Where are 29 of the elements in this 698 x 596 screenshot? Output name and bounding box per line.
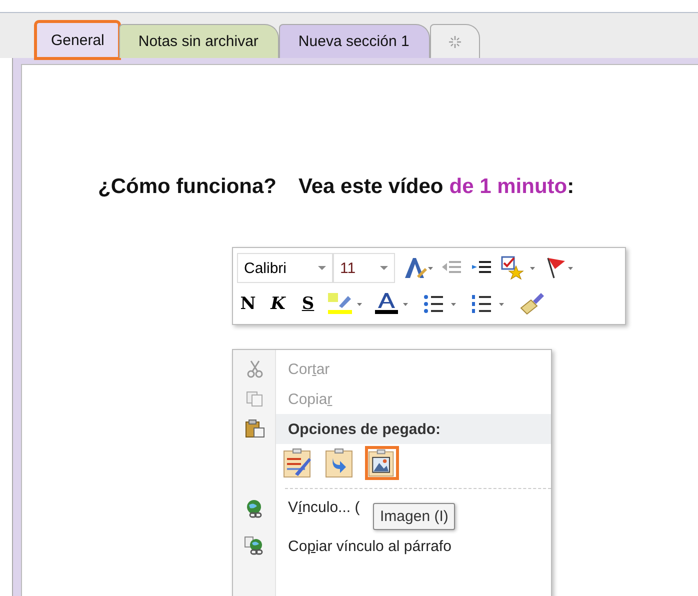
tooltip: Imagen (I) bbox=[373, 503, 456, 530]
globe-link-icon bbox=[244, 536, 266, 556]
tag-star-icon[interactable] bbox=[501, 256, 537, 280]
size-dropdown[interactable]: 11 bbox=[333, 253, 395, 283]
clipboard-icon bbox=[244, 419, 264, 439]
clipboard-brush-icon bbox=[283, 448, 313, 478]
heading-text: ¿Cómo funciona? bbox=[98, 175, 276, 199]
italic-button[interactable]: K bbox=[267, 294, 289, 314]
paste-option-button[interactable] bbox=[365, 446, 399, 480]
menu-item[interactable]: Vínculo... ( Imagen (I) bbox=[233, 495, 551, 531]
clipboard-picture-icon bbox=[368, 448, 396, 478]
section-tab[interactable]: Nueva sección 1 bbox=[279, 24, 430, 58]
flag-icon[interactable] bbox=[545, 256, 575, 280]
sparkle-icon bbox=[449, 36, 462, 48]
brush-icon[interactable] bbox=[519, 292, 545, 316]
heading-text: de 1 minuto bbox=[449, 175, 568, 199]
heading-text: : bbox=[567, 175, 574, 199]
section-tab[interactable]: General bbox=[36, 22, 120, 58]
menu-item[interactable]: Copiar vínculo al párrafo bbox=[233, 531, 551, 561]
styles-icon[interactable] bbox=[403, 256, 433, 280]
menu-section-header: Opciones de pegado: bbox=[288, 420, 441, 438]
heading-text: Vea este vídeo bbox=[298, 175, 444, 199]
section-tab[interactable]: Notas sin archivar bbox=[119, 24, 280, 58]
underline-button[interactable]: S bbox=[297, 294, 319, 314]
bold-button[interactable]: N bbox=[237, 294, 259, 314]
globe-link-icon bbox=[244, 499, 264, 519]
scissors-icon bbox=[246, 360, 262, 378]
copy-icon bbox=[246, 391, 264, 407]
font-dropdown[interactable]: Calibri bbox=[237, 253, 333, 283]
